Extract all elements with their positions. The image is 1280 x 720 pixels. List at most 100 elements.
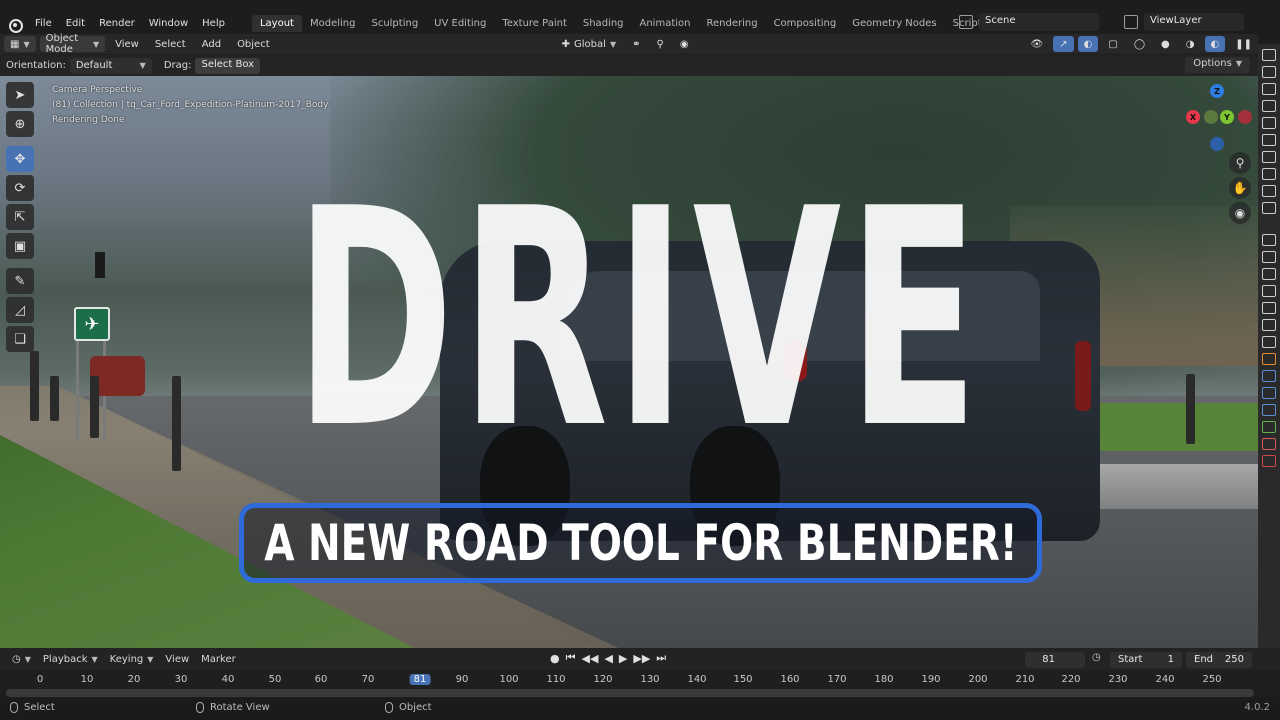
camera-toggle-icon[interactable]: [1262, 49, 1276, 61]
camera-toggle-icon[interactable]: [1262, 168, 1276, 180]
start-frame-field[interactable]: Start 1: [1110, 652, 1182, 668]
camera-toggle-icon[interactable]: [1262, 83, 1276, 95]
view-layer-properties-icon[interactable]: [1262, 285, 1276, 297]
gizmo-negative-y-axis[interactable]: [1204, 110, 1218, 124]
playback-menu[interactable]: Playback ▼: [43, 654, 98, 665]
camera-toggle-icon[interactable]: [1262, 151, 1276, 163]
jump-start-icon[interactable]: ⏮: [566, 651, 576, 665]
camera-toggle-icon[interactable]: [1262, 66, 1276, 78]
overlay-toggle-icon[interactable]: ◐: [1077, 36, 1099, 52]
menu-select[interactable]: Select: [149, 36, 192, 52]
scale-icon[interactable]: ⇱: [6, 204, 34, 230]
zoom-icon[interactable]: ⚲: [1229, 152, 1251, 174]
tab-sculpting[interactable]: Sculpting: [363, 15, 426, 32]
tab-uv-editing[interactable]: UV Editing: [426, 15, 494, 32]
annotate-icon[interactable]: ✎: [6, 268, 34, 294]
menu-render[interactable]: Render: [92, 18, 142, 29]
tab-modeling[interactable]: Modeling: [302, 15, 364, 32]
menu-window[interactable]: Window: [142, 18, 195, 29]
shading-rendered-icon[interactable]: ◐: [1204, 36, 1226, 52]
current-frame-indicator[interactable]: 81: [409, 674, 431, 685]
play-icon[interactable]: ▶: [619, 652, 627, 665]
pivot-icon[interactable]: ⚭: [626, 36, 646, 52]
tab-shading[interactable]: Shading: [575, 15, 632, 32]
timeline-scrollbar[interactable]: [6, 689, 1254, 697]
scene-properties-icon[interactable]: [1262, 302, 1276, 314]
object-properties-icon[interactable]: [1262, 353, 1276, 365]
rotate-icon[interactable]: ⟳: [6, 175, 34, 201]
collection-properties-icon[interactable]: [1262, 336, 1276, 348]
view-layer-icon[interactable]: [1124, 15, 1138, 29]
view-layer-field[interactable]: ViewLayer: [1144, 13, 1244, 31]
record-icon[interactable]: ●: [550, 652, 560, 665]
world-properties-icon[interactable]: [1262, 319, 1276, 331]
gizmo-y-axis[interactable]: Y: [1220, 110, 1234, 124]
render-properties-icon[interactable]: [1262, 251, 1276, 263]
blender-logo-icon[interactable]: [6, 15, 23, 33]
editor-type-clock-icon[interactable]: ◷ ▼: [12, 654, 31, 665]
xray-icon[interactable]: ▢: [1102, 36, 1123, 52]
particle-properties-icon[interactable]: [1262, 387, 1276, 399]
object-data-properties-icon[interactable]: [1262, 421, 1276, 433]
add-cube-icon[interactable]: ❏: [6, 326, 34, 352]
gizmo-negative-x-axis[interactable]: [1238, 110, 1252, 124]
scene-field[interactable]: Scene: [979, 13, 1099, 31]
cursor-icon[interactable]: ⊕: [6, 111, 34, 137]
gizmo-toggle-icon[interactable]: ↗: [1053, 36, 1074, 52]
menu-help[interactable]: Help: [195, 18, 232, 29]
camera-toggle-icon[interactable]: [1262, 185, 1276, 197]
timeline-ruler[interactable]: 0 10 20 30 40 50 60 70 81 90 100 110 120…: [0, 670, 1280, 690]
tab-geometry-nodes[interactable]: Geometry Nodes: [844, 15, 944, 32]
pan-hand-icon[interactable]: ✋: [1229, 177, 1251, 199]
measure-icon[interactable]: ◿: [6, 297, 34, 323]
object-mode-dropdown[interactable]: Object Mode ▼: [39, 33, 106, 55]
physics-properties-icon[interactable]: [1262, 404, 1276, 416]
snap-icon[interactable]: ⚲: [650, 36, 669, 52]
pause-icon[interactable]: ❚❚: [1229, 36, 1258, 52]
jump-end-icon[interactable]: ⏭: [656, 651, 666, 665]
orientation-dropdown[interactable]: Default ▼: [69, 57, 152, 74]
scene-icon[interactable]: [959, 15, 973, 29]
visibility-icon[interactable]: 👁: [1025, 36, 1050, 52]
shading-material-icon[interactable]: ◑: [1180, 36, 1201, 52]
output-properties-icon[interactable]: [1262, 268, 1276, 280]
select-box-icon[interactable]: ➤: [6, 82, 34, 108]
menu-edit[interactable]: Edit: [59, 18, 92, 29]
camera-icon[interactable]: ◉: [1229, 202, 1251, 224]
navigation-gizmo[interactable]: Z Y X: [1180, 82, 1256, 158]
menu-view[interactable]: View: [109, 36, 145, 52]
keying-menu[interactable]: Keying ▼: [110, 654, 154, 665]
move-icon[interactable]: ✥: [6, 146, 34, 172]
timeline-view-menu[interactable]: View: [165, 654, 189, 665]
tool-properties-icon[interactable]: [1262, 234, 1276, 246]
tab-rendering[interactable]: Rendering: [698, 15, 765, 32]
tab-texture-paint[interactable]: Texture Paint: [494, 15, 575, 32]
end-frame-field[interactable]: End 250: [1186, 652, 1252, 668]
tab-animation[interactable]: Animation: [632, 15, 699, 32]
camera-toggle-icon[interactable]: [1262, 202, 1276, 214]
current-frame-field[interactable]: 81: [1025, 652, 1085, 668]
camera-toggle-icon[interactable]: [1262, 100, 1276, 112]
preview-range-clock-icon[interactable]: ◷: [1092, 652, 1101, 663]
modifier-properties-icon[interactable]: [1262, 370, 1276, 382]
next-keyframe-icon[interactable]: ▶▶: [633, 652, 650, 665]
material-properties-icon[interactable]: [1262, 438, 1276, 450]
options-button[interactable]: Options ▼: [1185, 57, 1250, 73]
tab-layout[interactable]: Layout: [251, 14, 302, 32]
prev-keyframe-icon[interactable]: ◀◀: [582, 652, 599, 665]
editor-type-button[interactable]: ▦ ▼: [4, 36, 36, 52]
shading-solid-icon[interactable]: ●: [1155, 36, 1176, 52]
proportional-edit-icon[interactable]: ◉: [674, 36, 695, 52]
camera-toggle-icon[interactable]: [1262, 134, 1276, 146]
gizmo-x-axis[interactable]: X: [1186, 110, 1200, 124]
marker-menu[interactable]: Marker: [201, 654, 236, 665]
gizmo-negative-z-axis[interactable]: [1210, 137, 1224, 151]
menu-add[interactable]: Add: [196, 36, 227, 52]
play-reverse-icon[interactable]: ◀: [604, 652, 612, 665]
camera-toggle-icon[interactable]: [1262, 117, 1276, 129]
menu-object[interactable]: Object: [231, 36, 276, 52]
transform-icon[interactable]: ▣: [6, 233, 34, 259]
texture-properties-icon[interactable]: [1262, 455, 1276, 467]
menu-file[interactable]: File: [28, 18, 59, 29]
tab-compositing[interactable]: Compositing: [766, 15, 845, 32]
